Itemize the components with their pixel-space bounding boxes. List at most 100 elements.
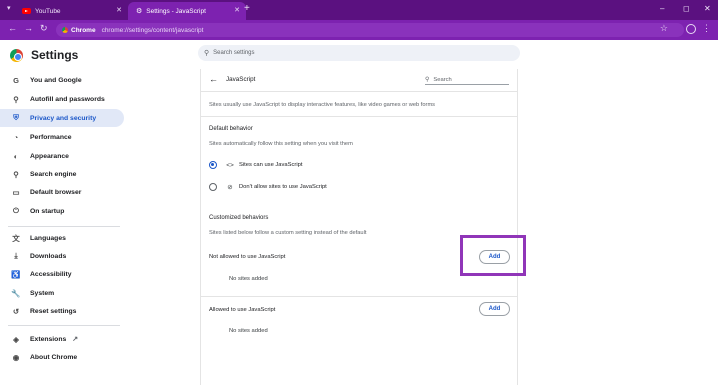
sidebar-item-label: Extensions: [30, 335, 67, 343]
sidebar-item-search-engine[interactable]: ⚲ Search engine: [0, 165, 124, 183]
sidebar-item-label: Performance: [30, 133, 72, 141]
sidebar-item-performance[interactable]: ◔ Performance: [0, 128, 124, 146]
key-icon: ⚲: [13, 94, 19, 104]
allowed-label: Allowed to use JavaScript: [209, 307, 276, 313]
chrome-logo-icon: [10, 49, 23, 62]
tab-title: YouTube: [35, 7, 61, 15]
accessibility-icon: ♿: [11, 269, 21, 279]
youtube-logo-icon: [22, 8, 31, 14]
not-allowed-empty-note: No sites added: [229, 276, 268, 282]
sidebar-item-downloads[interactable]: ⤓ Downloads: [0, 247, 124, 265]
default-behavior-subtext: Sites automatically follow this setting …: [209, 141, 353, 147]
customized-behaviors-heading: Customized behaviors: [209, 215, 269, 221]
sidebar-item-label: Default browser: [30, 188, 82, 196]
radio-label: Don't allow sites to use JavaScript: [239, 184, 327, 190]
panel-divider: [201, 116, 517, 117]
forward-arrow-icon[interactable]: →: [24, 23, 33, 33]
reset-icon: ↺: [12, 306, 20, 316]
panel-title: JavaScript: [226, 76, 256, 83]
search-icon: ⚲: [204, 50, 210, 57]
sidebar-item-reset-settings[interactable]: ↺ Reset settings: [0, 302, 124, 320]
browser-toolbar: ← → ↻ Chrome chrome://settings/content/j…: [0, 20, 718, 40]
search-icon: ⚲: [13, 169, 19, 179]
close-window-icon[interactable]: ✕: [704, 4, 711, 13]
close-icon[interactable]: ✕: [234, 6, 240, 14]
sidebar-item-system[interactable]: 🔧 System: [0, 284, 124, 302]
wrench-icon: 🔧: [11, 288, 21, 298]
sidebar-item-label: Privacy and security: [30, 114, 97, 122]
radio-button-selected[interactable]: [209, 161, 217, 169]
settings-header: Settings ⚲ Search settings: [0, 40, 718, 72]
sidebar-item-label: Autofill and passwords: [30, 95, 105, 103]
radio-label: Sites can use JavaScript: [239, 162, 303, 168]
sidebar-divider: [8, 325, 120, 326]
radio-sites-can-use-javascript[interactable]: <> Sites can use JavaScript: [209, 159, 302, 171]
url-text: chrome://settings/content/javascript: [101, 26, 204, 34]
chrome-logo-icon: [62, 27, 68, 33]
search-icon: ⚲: [425, 77, 430, 83]
back-arrow-icon[interactable]: ←: [8, 23, 17, 33]
shield-icon: ⛨: [13, 113, 19, 122]
profile-avatar-icon[interactable]: [686, 24, 696, 34]
sidebar-item-label: Reset settings: [30, 307, 77, 315]
search-placeholder: Search settings: [213, 50, 255, 56]
sidebar-item-default-browser[interactable]: ▭ Default browser: [0, 183, 124, 201]
sidebar-item-on-startup[interactable]: ⏻ On startup: [0, 202, 124, 220]
panel-search-label: Search: [433, 76, 452, 83]
intro-text: Sites usually use JavaScript to display …: [209, 102, 436, 108]
add-allowed-button[interactable]: Add: [479, 302, 510, 316]
sidebar-item-label: Downloads: [30, 252, 67, 260]
sidebar-item-privacy-security[interactable]: ⛨ Privacy and security: [0, 109, 124, 127]
search-settings-input[interactable]: ⚲ Search settings: [198, 45, 520, 61]
tab-youtube[interactable]: YouTube ✕: [8, 2, 128, 20]
address-bar[interactable]: Chrome chrome://settings/content/javascr…: [56, 23, 684, 37]
panel-search-input[interactable]: ⚲ Search: [425, 75, 509, 85]
code-off-icon: ⊘: [227, 184, 233, 191]
sidebar-item-autofill[interactable]: ⚲ Autofill and passwords: [0, 90, 124, 108]
browser-window-icon: ▭: [12, 187, 20, 197]
sidebar-item-about-chrome[interactable]: ◉ About Chrome: [0, 348, 124, 366]
chip-label: Chrome: [71, 26, 96, 34]
sidebar-item-label: You and Google: [30, 76, 82, 84]
sidebar-item-label: Search engine: [30, 170, 77, 178]
minimize-icon[interactable]: –: [660, 4, 664, 13]
javascript-settings-panel: ← JavaScript ⚲ Search Sites usually use …: [200, 69, 518, 385]
radio-dont-allow-javascript[interactable]: ⊘ Don't allow sites to use JavaScript: [209, 181, 327, 193]
speedometer-icon: ◔: [13, 132, 19, 142]
translate-icon: 文: [12, 233, 20, 243]
google-g-icon: G: [13, 75, 19, 85]
new-tab-button[interactable]: +: [244, 3, 250, 14]
sidebar-item-accessibility[interactable]: ♿ Accessibility: [0, 265, 124, 283]
tab-title: Settings - JavaScript: [146, 7, 206, 15]
sidebar-item-appearance[interactable]: ◐ Appearance: [0, 147, 124, 165]
default-behavior-heading: Default behavior: [209, 126, 253, 132]
radio-button[interactable]: [209, 183, 217, 191]
back-arrow-icon[interactable]: ←: [209, 74, 218, 84]
puzzle-icon: ◈: [13, 334, 19, 344]
sidebar-item-you-and-google[interactable]: G You and Google: [0, 71, 124, 89]
allowed-empty-note: No sites added: [229, 328, 268, 334]
sidebar-item-extensions[interactable]: ◈ Extensions ↗: [0, 330, 124, 348]
external-link-icon: ↗: [72, 336, 79, 343]
site-info-chip[interactable]: Chrome: [62, 27, 96, 34]
sidebar-item-label: About Chrome: [30, 353, 78, 361]
sidebar-item-languages[interactable]: 文 Languages: [0, 229, 124, 247]
code-brackets-icon: <>: [226, 161, 234, 169]
palette-icon: ◐: [13, 151, 19, 161]
more-menu-icon[interactable]: ⋮: [702, 23, 711, 34]
sidebar-item-label: Languages: [30, 234, 66, 242]
sidebar-item-label: On startup: [30, 207, 65, 215]
sidebar-item-label: System: [30, 289, 55, 297]
reload-icon[interactable]: ↻: [40, 23, 48, 34]
panel-divider: [201, 91, 517, 92]
bookmark-star-icon[interactable]: ☆: [660, 23, 668, 34]
tab-strip: ▾ YouTube ✕ ⚙ Settings - JavaScript ✕ + …: [0, 0, 718, 20]
maximize-icon[interactable]: ◻: [683, 4, 690, 13]
close-icon[interactable]: ✕: [116, 6, 122, 14]
chrome-logo-icon: ◉: [12, 352, 20, 362]
download-icon: ⤓: [14, 251, 18, 260]
not-allowed-label: Not allowed to use JavaScript: [209, 254, 286, 260]
sidebar-divider: [8, 226, 120, 227]
customized-behaviors-subtext: Sites listed below follow a custom setti…: [209, 230, 367, 236]
tab-settings[interactable]: ⚙ Settings - JavaScript ✕: [128, 2, 246, 20]
